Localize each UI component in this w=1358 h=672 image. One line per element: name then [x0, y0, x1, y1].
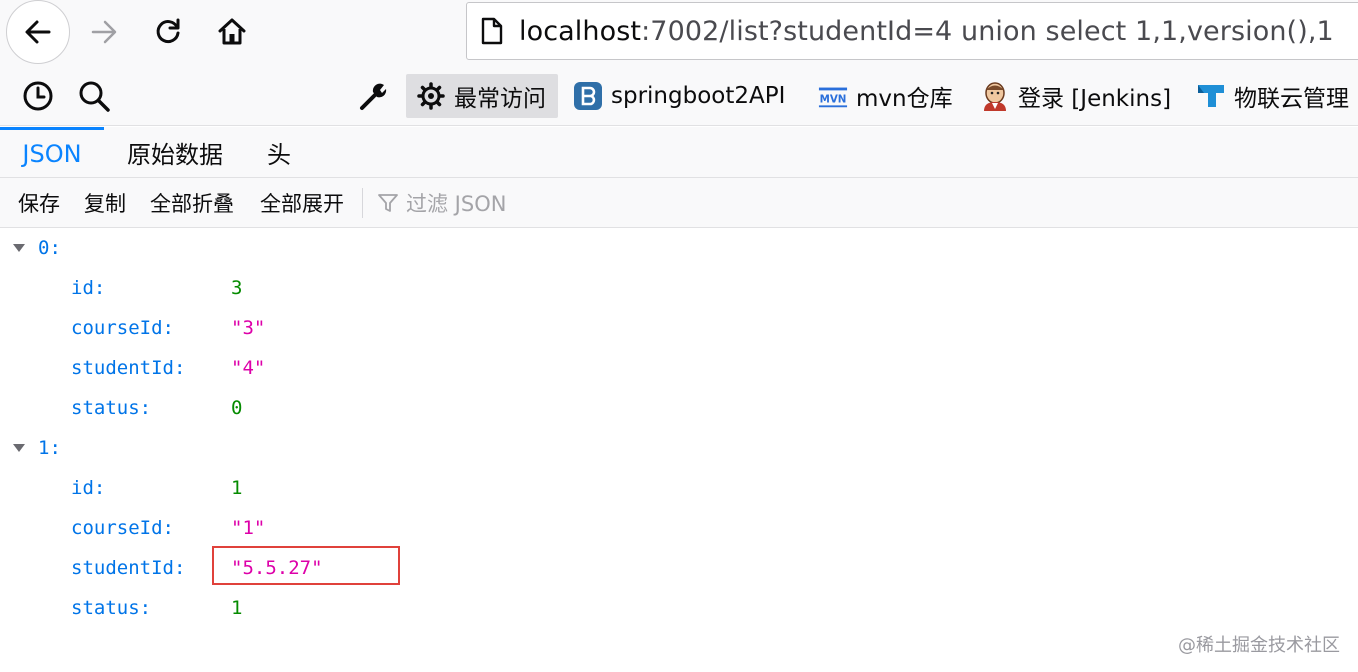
home-icon: [218, 18, 246, 45]
clock-icon: [23, 81, 53, 111]
forward-arrow-icon: [91, 20, 117, 44]
search-button[interactable]: [74, 76, 114, 116]
back-arrow-icon: [25, 20, 51, 44]
json-value: "3": [231, 317, 266, 339]
bookmarks-toolbar: 最常访问 springboot2API MVN mvn仓库 登录 [Jenkin…: [0, 64, 1358, 126]
url-path: :7002/list?studentId=4 union select 1,1,…: [641, 15, 1334, 47]
filter-icon: [378, 194, 398, 212]
tab-headers[interactable]: 头: [244, 127, 314, 177]
filter-json-input[interactable]: 过滤 JSON: [376, 178, 506, 228]
toolbar-divider: [362, 188, 363, 218]
navigation-bar: localhost:7002/list?studentId=4 union se…: [0, 0, 1358, 64]
table-row: status: 0: [0, 388, 1358, 428]
jenkins-icon: [980, 81, 1010, 111]
expand-triangle-icon[interactable]: [12, 428, 26, 468]
json-value: "4": [231, 357, 266, 379]
json-key: status:: [71, 597, 152, 619]
home-button[interactable]: [208, 8, 256, 56]
table-row: id: 3: [0, 268, 1358, 308]
back-button[interactable]: [6, 0, 70, 64]
url-host: localhost: [519, 15, 642, 47]
forward-button[interactable]: [80, 8, 128, 56]
address-bar[interactable]: localhost:7002/list?studentId=4 union se…: [466, 2, 1358, 60]
reload-icon: [156, 18, 180, 43]
json-value: 1: [231, 477, 243, 499]
collapse-all-button[interactable]: 全部折叠: [150, 178, 234, 228]
bookmark-jenkins-login[interactable]: 登录 [Jenkins]: [980, 74, 1171, 118]
array-index: 1:: [38, 437, 61, 459]
table-row: studentId: "4": [0, 348, 1358, 388]
tab-raw-data[interactable]: 原始数据: [110, 127, 240, 177]
json-value: 1: [231, 597, 243, 619]
table-row: id: 1: [0, 468, 1358, 508]
reload-button[interactable]: [144, 8, 192, 56]
highlight-annotation-box: [212, 546, 400, 585]
expand-all-button[interactable]: 全部展开: [260, 178, 344, 228]
bookmark-mvn-repo[interactable]: MVN mvn仓库: [818, 74, 953, 118]
svg-text:MVN: MVN: [820, 94, 847, 106]
json-key: courseId:: [71, 517, 174, 539]
expand-triangle-icon[interactable]: [12, 228, 26, 268]
json-value: 0: [231, 397, 243, 419]
copy-button[interactable]: 复制: [84, 178, 126, 228]
table-row: courseId: "3": [0, 308, 1358, 348]
bookmark-label: 登录 [Jenkins]: [1018, 86, 1172, 112]
page-icon: [481, 17, 503, 45]
json-key: courseId:: [71, 317, 174, 339]
wrench-icon: [360, 83, 387, 110]
json-key: status:: [71, 397, 152, 419]
table-row: studentId: "5.5.27": [0, 548, 1358, 588]
gear-icon: [416, 81, 446, 111]
json-tree: 0: id: 3 courseId: "3" studentId: "4" st…: [0, 228, 1358, 672]
bookmark-label: springboot2API: [611, 83, 786, 109]
json-value: 3: [231, 277, 243, 299]
bookmark-iot-cloud[interactable]: 物联云管理: [1196, 74, 1349, 118]
bookmark-label: 最常访问: [454, 86, 546, 112]
array-index: 0:: [38, 237, 61, 259]
bookmark-label: mvn仓库: [856, 86, 953, 112]
tree-node-0[interactable]: 0:: [0, 228, 1358, 268]
history-button[interactable]: [18, 76, 58, 116]
filter-placeholder: 过滤 JSON: [406, 192, 507, 216]
json-actions-bar: 保存 复制 全部折叠 全部展开 过滤 JSON: [0, 178, 1358, 228]
table-row: courseId: "1": [0, 508, 1358, 548]
watermark: @稀土掘金技术社区: [1178, 635, 1340, 656]
tab-json[interactable]: JSON: [0, 127, 104, 177]
bookmark-label: 物联云管理: [1234, 86, 1349, 112]
bookmark-most-visited[interactable]: 最常访问: [406, 74, 558, 118]
table-row: status: 1: [0, 588, 1358, 628]
json-key: studentId:: [71, 557, 186, 579]
json-key: studentId:: [71, 357, 186, 379]
url-text[interactable]: localhost:7002/list?studentId=4 union se…: [519, 16, 1334, 47]
tree-node-1[interactable]: 1:: [0, 428, 1358, 468]
bookmark-springboot2api[interactable]: springboot2API: [573, 74, 785, 118]
json-value: "1": [231, 517, 266, 539]
mvn-icon: MVN: [818, 81, 848, 111]
save-button[interactable]: 保存: [18, 178, 60, 228]
json-key: id:: [71, 477, 106, 499]
tools-button[interactable]: [354, 76, 394, 116]
bootstrap-icon: [573, 81, 603, 111]
json-key: id:: [71, 277, 106, 299]
viewer-tabs: JSON 原始数据 头: [0, 127, 1358, 178]
search-icon: [79, 81, 110, 112]
cloud-icon: [1196, 81, 1226, 111]
